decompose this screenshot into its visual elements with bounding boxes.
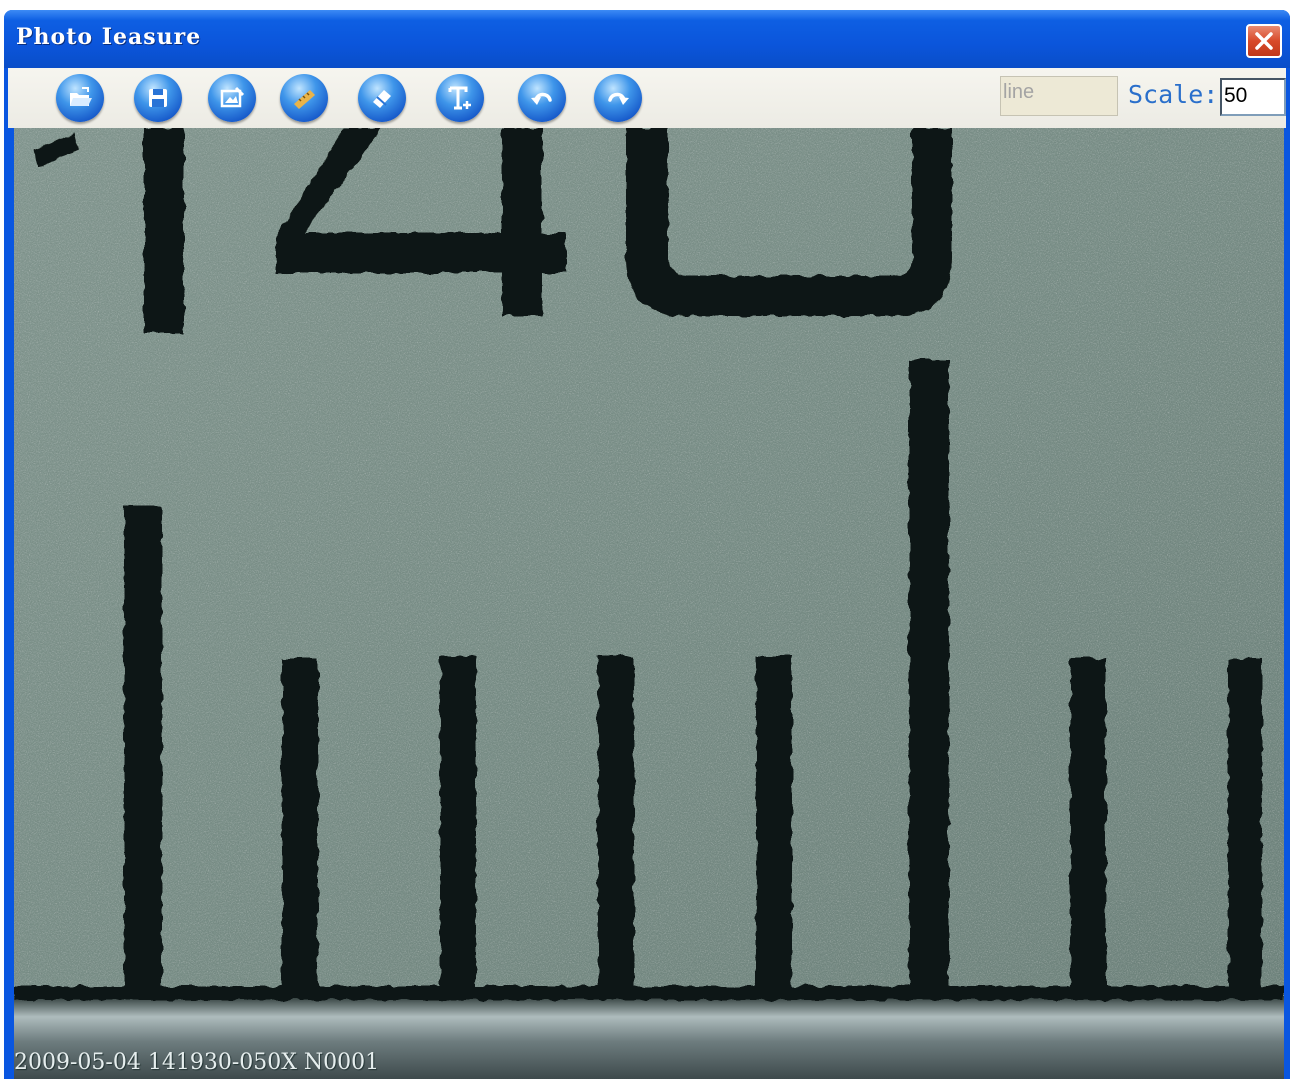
ruler-tick: [1228, 658, 1262, 996]
save-button[interactable]: [134, 74, 182, 122]
window-title: Photo Ieasure: [16, 24, 202, 50]
edit-image-button[interactable]: [208, 74, 256, 122]
ruler-tick-mid: [124, 506, 162, 996]
undo-icon: [531, 92, 552, 105]
ruler-baseline: [14, 986, 1284, 1000]
redo-button[interactable]: [594, 74, 642, 122]
add-text-button[interactable]: [436, 74, 484, 122]
close-button[interactable]: [1246, 24, 1282, 58]
scale-input[interactable]: 50: [1220, 78, 1286, 116]
measure-tool-icon: [294, 90, 315, 109]
ruler-numeral-1: [144, 128, 184, 333]
title-bar[interactable]: Photo Ieasure: [4, 10, 1290, 68]
save-icon: [149, 89, 167, 107]
toolbar: line Scale: 50: [8, 68, 1286, 128]
measure-button[interactable]: [280, 74, 328, 122]
measure-mode-field: line: [1000, 76, 1118, 116]
open-button[interactable]: [56, 74, 104, 122]
ruler-macro-image: [14, 128, 1284, 1079]
ruler-tick-major: [909, 360, 949, 996]
eraser-icon: [373, 90, 391, 108]
ruler-tick: [1070, 658, 1106, 996]
ruler-tick: [756, 656, 792, 996]
image-timestamp-caption: 2009-05-04 141930-050X N0001: [14, 1050, 380, 1075]
eraser-button[interactable]: [358, 74, 406, 122]
ruler-tick: [598, 656, 634, 996]
scale-label: Scale:: [1128, 80, 1219, 109]
measurement-photo[interactable]: [14, 128, 1284, 1079]
ruler-tick: [282, 658, 318, 996]
ruler-numeral-4-stem: [502, 128, 542, 316]
ruler-tick: [440, 656, 476, 996]
add-text-icon: [448, 86, 471, 110]
undo-button[interactable]: [518, 74, 566, 122]
edit-image-icon: [220, 86, 245, 108]
redo-icon: [608, 92, 629, 105]
photo-measure-window: Photo Ieasure line Scale: 50 2009-05-04 …: [4, 10, 1290, 1079]
open-folder-icon: [70, 87, 92, 106]
close-icon: [1255, 32, 1273, 50]
